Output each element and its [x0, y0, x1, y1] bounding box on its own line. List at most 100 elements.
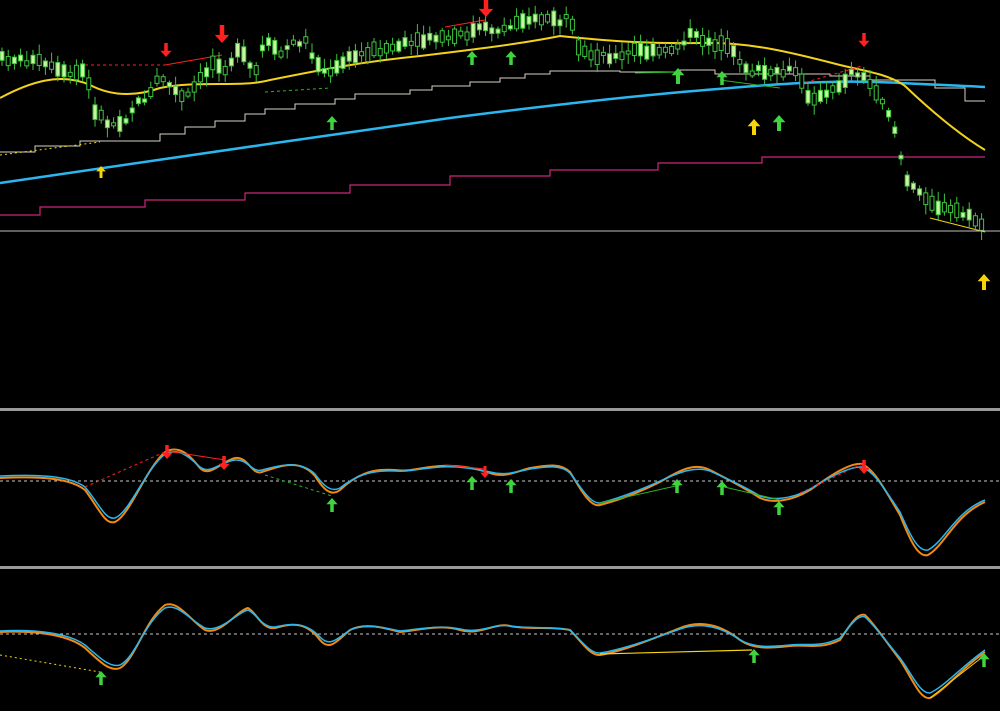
candle-body[interactable]	[470, 22, 476, 38]
candle-body[interactable]	[600, 51, 606, 57]
candle-body[interactable]	[142, 98, 148, 103]
candle-body[interactable]	[656, 46, 662, 56]
candle-body[interactable]	[452, 28, 458, 44]
candle-body[interactable]	[55, 62, 61, 77]
candle-body[interactable]	[61, 64, 67, 78]
candle-body[interactable]	[210, 55, 216, 71]
candle-body[interactable]	[836, 80, 842, 93]
candle-body[interactable]	[321, 68, 327, 74]
candle-body[interactable]	[700, 35, 706, 47]
candle-body[interactable]	[966, 208, 972, 221]
candle-body[interactable]	[365, 47, 371, 63]
candle-body[interactable]	[439, 30, 445, 43]
candle-body[interactable]	[346, 51, 352, 62]
panel-separator[interactable]	[0, 408, 1000, 411]
candle-body[interactable]	[228, 57, 234, 67]
candle-body[interactable]	[427, 32, 433, 41]
candle-body[interactable]	[644, 45, 650, 60]
candle-body[interactable]	[340, 56, 346, 69]
candle-body[interactable]	[36, 53, 42, 66]
candle-body[interactable]	[743, 63, 749, 74]
candle-body[interactable]	[712, 39, 718, 52]
candle-body[interactable]	[383, 43, 389, 54]
candle-body[interactable]	[650, 42, 656, 57]
candle-body[interactable]	[458, 30, 464, 37]
candle-body[interactable]	[755, 64, 761, 72]
candle-body[interactable]	[545, 13, 551, 23]
candle-body[interactable]	[297, 41, 303, 47]
candle-body[interactable]	[879, 98, 885, 105]
candle-body[interactable]	[923, 192, 929, 206]
candle-body[interactable]	[910, 182, 916, 190]
candle-body[interactable]	[483, 21, 489, 32]
candle-body[interactable]	[5, 56, 11, 67]
candle-body[interactable]	[681, 40, 687, 46]
candle-body[interactable]	[390, 43, 396, 52]
candle-body[interactable]	[786, 65, 792, 72]
candle-body[interactable]	[98, 109, 104, 121]
candle-body[interactable]	[408, 40, 414, 46]
candle-body[interactable]	[737, 59, 743, 65]
candle-body[interactable]	[216, 58, 222, 74]
candle-body[interactable]	[86, 77, 92, 91]
candle-body[interactable]	[104, 119, 110, 129]
candle-body[interactable]	[873, 85, 879, 101]
candle-body[interactable]	[352, 50, 358, 64]
candle-body[interactable]	[377, 48, 383, 57]
candle-body[interactable]	[588, 50, 594, 61]
candle-body[interactable]	[625, 50, 631, 55]
candle-body[interactable]	[371, 41, 377, 57]
candle-body[interactable]	[706, 37, 712, 46]
candle-body[interactable]	[284, 45, 290, 50]
candle-body[interactable]	[117, 116, 123, 132]
candle-body[interactable]	[266, 37, 272, 47]
candle-body[interactable]	[842, 73, 848, 88]
candle-body[interactable]	[328, 68, 334, 77]
candle-body[interactable]	[67, 71, 73, 77]
candle-body[interactable]	[768, 68, 774, 77]
candle-body[interactable]	[594, 49, 600, 65]
candle-body[interactable]	[979, 218, 985, 231]
candle-body[interactable]	[960, 212, 966, 218]
candle-body[interactable]	[445, 35, 451, 41]
candle-body[interactable]	[135, 97, 141, 105]
candle-body[interactable]	[669, 46, 675, 55]
candle-body[interactable]	[941, 202, 947, 213]
candle-body[interactable]	[780, 69, 786, 78]
candle-body[interactable]	[563, 14, 569, 20]
candle-body[interactable]	[526, 16, 532, 25]
candle-body[interactable]	[830, 85, 836, 93]
candle-body[interactable]	[42, 60, 48, 68]
candle-body[interactable]	[749, 70, 755, 77]
candle-body[interactable]	[954, 202, 960, 219]
candle-body[interactable]	[166, 82, 172, 88]
candle-body[interactable]	[247, 62, 253, 69]
candle-body[interactable]	[855, 72, 861, 78]
candle-body[interactable]	[514, 15, 520, 30]
candle-body[interactable]	[73, 64, 79, 81]
candle-body[interactable]	[185, 91, 191, 97]
candle-body[interactable]	[489, 27, 495, 35]
candle-body[interactable]	[315, 56, 321, 73]
candle-body[interactable]	[811, 92, 817, 106]
candle-body[interactable]	[538, 14, 544, 26]
trading-chart[interactable]	[0, 0, 1000, 711]
candle-body[interactable]	[662, 46, 668, 53]
candle-body[interactable]	[724, 38, 730, 54]
candle-body[interactable]	[731, 45, 737, 58]
candle-body[interactable]	[576, 39, 582, 56]
candle-body[interactable]	[259, 44, 265, 52]
candle-body[interactable]	[793, 67, 799, 77]
candle-body[interactable]	[557, 19, 563, 27]
candle-body[interactable]	[507, 25, 513, 30]
candle-body[interactable]	[204, 67, 210, 78]
candle-body[interactable]	[917, 188, 923, 196]
candle-body[interactable]	[272, 39, 278, 55]
candle-body[interactable]	[861, 72, 867, 82]
candle-body[interactable]	[520, 13, 526, 29]
candle-body[interactable]	[18, 54, 24, 62]
candle-body[interactable]	[80, 63, 86, 78]
candle-body[interactable]	[972, 215, 978, 227]
candle-body[interactable]	[464, 31, 470, 41]
candle-body[interactable]	[817, 89, 823, 102]
